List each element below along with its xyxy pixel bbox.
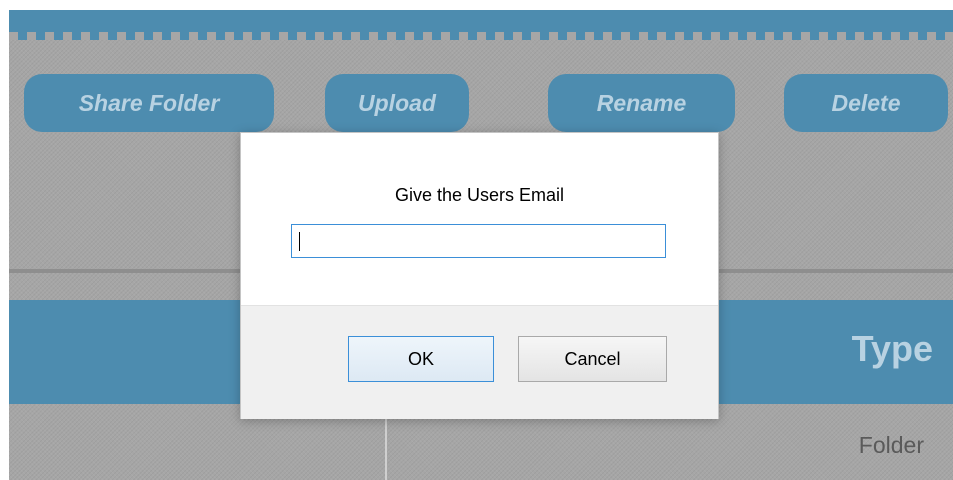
dialog-footer: OK Cancel (241, 305, 718, 419)
email-input[interactable] (291, 224, 666, 258)
cancel-button[interactable]: Cancel (518, 336, 667, 382)
prompt-dialog: Give the Users Email OK Cancel (240, 132, 719, 419)
share-folder-button[interactable]: Share Folder (24, 74, 274, 132)
column-header-type[interactable]: Type (852, 328, 933, 370)
column-divider (385, 418, 387, 480)
top-banner (9, 10, 953, 40)
rename-button[interactable]: Rename (548, 74, 735, 132)
ok-button[interactable]: OK (348, 336, 494, 382)
delete-button[interactable]: Delete (784, 74, 948, 132)
dialog-body: Give the Users Email (241, 133, 718, 305)
upload-button[interactable]: Upload (325, 74, 469, 132)
dialog-prompt: Give the Users Email (394, 185, 565, 205)
text-caret (299, 232, 300, 251)
cell-type: Folder (858, 432, 924, 458)
